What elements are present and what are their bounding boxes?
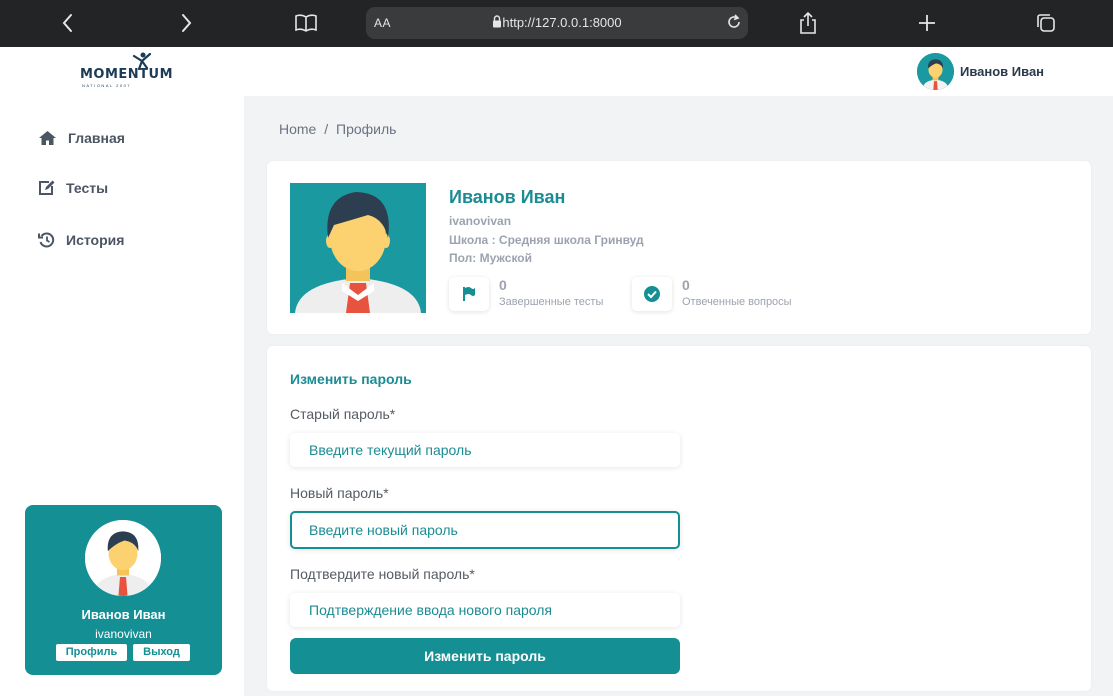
header-user-menu[interactable]: Иванов Иван [917,52,1045,90]
change-password-title: Изменить пароль [290,371,412,387]
back-icon[interactable] [52,8,84,38]
profile-name: Иванов Иван [449,187,566,207]
url-text: http://127.0.0.1:8000 [502,15,622,30]
tabs-icon[interactable] [1030,8,1062,38]
change-password-button[interactable]: Изменить пароль [290,638,680,674]
stat-label: Отвеченные вопросы [682,296,792,308]
breadcrumb-home[interactable]: Home [279,121,316,137]
sidebar-profile-card: Иванов Иван ivanovivan Профиль Выход [25,505,222,675]
sidebar-profile-name: Иванов Иван [81,607,166,622]
stat-answered-questions: 0 Отвеченные вопросы [632,274,832,314]
sidebar-profile-username: ivanovivan [95,627,152,641]
edit-icon [39,180,55,195]
profile-gender: Пол: Мужской [449,251,533,265]
plus-icon[interactable] [911,8,943,38]
profile-photo [290,183,426,313]
avatar [917,52,954,90]
sidebar-item-label: Тесты [66,180,109,196]
user-avatar-icon [917,52,954,90]
user-avatar-icon [290,183,426,313]
stat-value: 0 [682,277,690,293]
breadcrumb: Home / Профиль [279,121,396,137]
user-avatar-icon [85,520,161,596]
book-icon[interactable] [290,8,322,38]
address-bar[interactable]: AA http://127.0.0.1:8000 [366,7,748,39]
profile-card: Иванов Иван ivanovivan Школа : Средняя ш… [267,161,1091,334]
avatar [85,520,161,596]
new-password-label: Новый пароль* [290,485,389,501]
old-password-label: Старый пароль* [290,406,396,422]
share-icon[interactable] [792,8,824,38]
logout-button[interactable]: Выход [133,644,190,661]
sidebar-item-label: Главная [68,130,125,146]
history-icon [38,232,55,248]
stat-value: 0 [499,277,507,293]
logo-subtext: NATIONAL 2007 [82,83,132,88]
app-header: MOMENTUM NATIONAL 2007 Иванов Иван [0,47,1113,96]
sidebar-item-tests[interactable]: Тесты [38,177,108,199]
breadcrumb-separator: / [324,121,329,137]
change-password-card: Изменить пароль Старый пароль* Новый пар… [267,346,1091,691]
breadcrumb-current: Профиль [336,121,397,137]
profile-button[interactable]: Профиль [56,644,127,661]
profile-school: Школа : Средняя школа Гринвуд [449,233,644,247]
stat-completed-tests: 0 Завершенные тесты [449,274,619,314]
sidebar-item-label: История [66,232,125,248]
profile-username: ivanovivan [449,214,512,228]
logo-text: MOMENTUM [80,67,174,82]
home-icon [39,131,56,145]
flag-icon [449,277,489,311]
old-password-field[interactable] [290,433,680,467]
confirm-password-label: Подтвердите новый пароль* [290,566,475,582]
forward-icon[interactable] [170,8,202,38]
browser-toolbar: AA http://127.0.0.1:8000 [0,0,1113,47]
check-circle-icon [632,277,672,311]
stat-label: Завершенные тесты [499,296,604,308]
sidebar: Главная Тесты История Иванов Иван ivanov… [0,96,244,696]
sidebar-item-home[interactable]: Главная [38,127,125,149]
reload-icon[interactable] [724,12,744,37]
confirm-password-field[interactable] [290,593,680,627]
new-password-field[interactable] [290,511,680,549]
sidebar-item-history[interactable]: История [38,229,124,251]
logo[interactable]: MOMENTUM NATIONAL 2007 [80,50,173,90]
header-user-name: Иванов Иван [960,63,1045,79]
